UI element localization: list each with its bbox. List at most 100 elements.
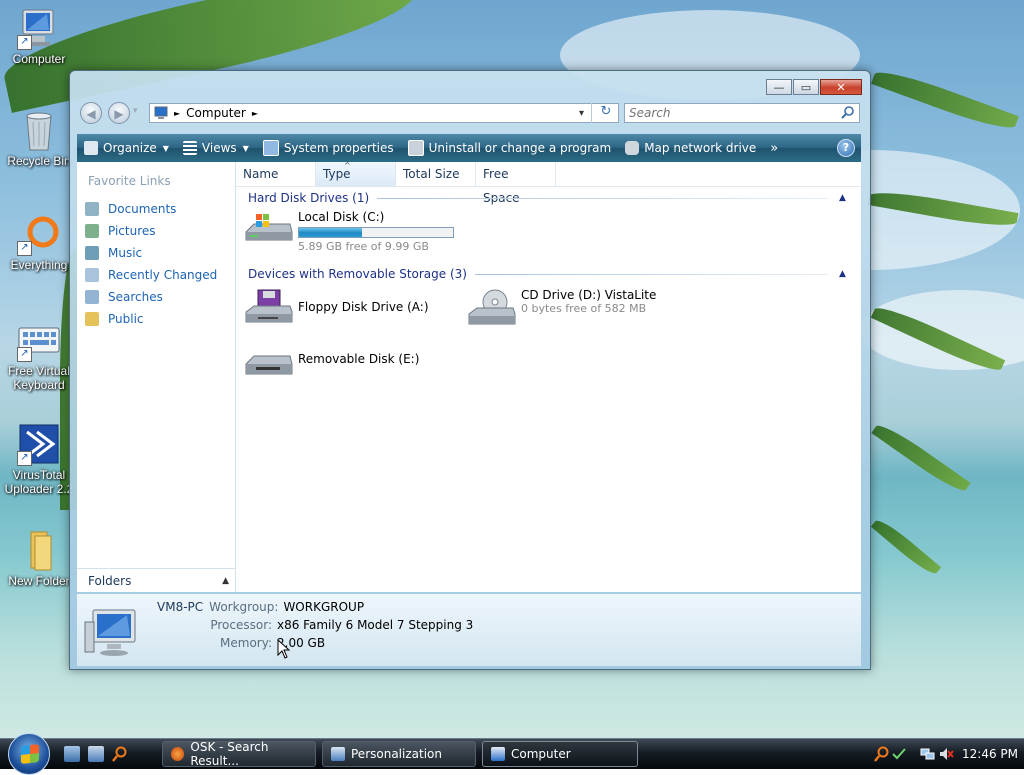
everything-search-icon[interactable] bbox=[112, 746, 128, 762]
breadcrumb-separator[interactable]: ► bbox=[174, 109, 180, 118]
favorite-link-music[interactable]: Music bbox=[77, 242, 235, 264]
recently-changed-icon bbox=[85, 268, 99, 282]
group-title: Hard Disk Drives (1) bbox=[248, 191, 370, 205]
maximize-button[interactable]: ▭ bbox=[793, 79, 819, 95]
link-label: Documents bbox=[108, 202, 177, 216]
organize-button[interactable]: Organize ▼ bbox=[77, 134, 176, 162]
taskbar-button-personalization[interactable]: Personalization bbox=[322, 741, 476, 767]
taskbar-button-label: OSK - Search Result... bbox=[190, 740, 269, 768]
favorite-links-heading: Favorite Links bbox=[88, 174, 171, 188]
group-header-removable-storage[interactable]: Devices with Removable Storage (3) ▲ bbox=[236, 264, 861, 284]
command-bar: Organize ▼ Views ▼ System properties Uni… bbox=[77, 134, 861, 162]
taskbar-button-computer[interactable]: Computer bbox=[482, 741, 638, 767]
workgroup-label: Workgroup: bbox=[209, 600, 279, 614]
search-box[interactable] bbox=[624, 103, 860, 123]
recent-pages-dropdown[interactable]: ▾ bbox=[133, 106, 138, 116]
address-dropdown-icon[interactable]: ▾ bbox=[579, 108, 584, 119]
computer-icon bbox=[491, 747, 505, 761]
network-icon[interactable] bbox=[920, 746, 936, 762]
desktop-icon-label: Everything bbox=[10, 258, 68, 272]
column-header-type[interactable]: ^ Type bbox=[316, 161, 396, 186]
drive-name: Removable Disk (E:) bbox=[298, 352, 420, 366]
documents-icon bbox=[85, 202, 99, 216]
drive-item-floppy-a[interactable]: Floppy Disk Drive (A:) bbox=[244, 288, 429, 328]
views-button[interactable]: Views ▼ bbox=[176, 134, 256, 162]
explorer-window: — ▭ ✕ ◀ ▶ ▾ ► Computer ► ▾ ↻ Search Orga… bbox=[69, 70, 871, 670]
navigation-pane: Favorite Links Documents Pictures Music … bbox=[77, 162, 236, 592]
desktop-icon-computer[interactable]: ↗ Computer bbox=[0, 6, 78, 66]
group-divider bbox=[377, 197, 829, 199]
check-icon[interactable] bbox=[892, 747, 906, 761]
views-label: Views bbox=[201, 141, 237, 155]
collapse-group-icon[interactable]: ▲ bbox=[839, 269, 853, 279]
desktop-icon-free-virtual-keyboard[interactable]: ↗ Free Virtual Keyboard bbox=[0, 318, 78, 392]
close-button[interactable]: ✕ bbox=[820, 79, 862, 95]
processor-value: x86 Family 6 Model 7 Stepping 3 bbox=[277, 618, 474, 632]
control-panel-icon bbox=[331, 747, 345, 761]
favorite-link-searches[interactable]: Searches bbox=[77, 286, 235, 308]
search-input[interactable] bbox=[625, 104, 833, 121]
column-header-name[interactable]: Name bbox=[236, 162, 316, 186]
volume-muted-icon[interactable] bbox=[938, 746, 954, 762]
show-desktop-icon[interactable] bbox=[64, 746, 80, 762]
firefox-icon bbox=[171, 747, 185, 761]
desktop-icon-recycle-bin[interactable]: Recycle Bin bbox=[0, 108, 78, 168]
column-header-free-space[interactable]: Free Space bbox=[476, 162, 556, 205]
desktop-icon-everything[interactable]: ↗ Everything bbox=[0, 212, 78, 272]
group-divider bbox=[474, 273, 829, 275]
refresh-button[interactable]: ↻ bbox=[591, 103, 620, 123]
chevron-down-icon: ▼ bbox=[242, 143, 249, 153]
chevron-down-icon: ▼ bbox=[162, 143, 169, 153]
map-network-drive-label: Map network drive bbox=[644, 141, 757, 155]
removable-disk-icon bbox=[244, 342, 294, 382]
explorer-content: Favorite Links Documents Pictures Music … bbox=[77, 161, 861, 592]
clock[interactable]: 12:46 PM bbox=[962, 747, 1018, 761]
shortcut-arrow-icon: ↗ bbox=[17, 35, 32, 50]
address-bar[interactable]: ► Computer ► ▾ bbox=[149, 103, 619, 123]
system-properties-button[interactable]: System properties bbox=[256, 134, 401, 162]
favorite-link-documents[interactable]: Documents bbox=[77, 198, 235, 220]
drive-item-cd-d[interactable]: CD Drive (D:) VistaLite 0 bytes free of … bbox=[467, 288, 656, 328]
shortcut-arrow-icon: ↗ bbox=[17, 451, 32, 466]
link-label: Public bbox=[108, 312, 144, 326]
pictures-icon bbox=[85, 224, 99, 238]
floppy-drive-icon bbox=[244, 288, 294, 328]
breadcrumb-separator[interactable]: ► bbox=[252, 109, 258, 118]
uninstall-program-button[interactable]: Uninstall or change a program bbox=[401, 134, 619, 162]
views-icon bbox=[182, 141, 197, 155]
chevron-up-icon: ▲ bbox=[222, 575, 229, 586]
computer-icon bbox=[154, 106, 170, 120]
taskbar-button-firefox[interactable]: OSK - Search Result... bbox=[162, 740, 316, 768]
minimize-button[interactable]: — bbox=[766, 79, 792, 95]
drive-item-local-disk-c[interactable]: Local Disk (C:) 5.89 GB free of 9.99 GB bbox=[244, 210, 454, 253]
notification-area: 12:46 PM bbox=[874, 739, 1024, 769]
desktop-icon-virustotal-uploader[interactable]: ↗ VirusTotal Uploader 2.2 bbox=[0, 422, 78, 496]
help-button[interactable]: ? bbox=[837, 139, 855, 157]
favorite-link-recently-changed[interactable]: Recently Changed bbox=[77, 264, 235, 286]
start-button[interactable] bbox=[8, 733, 50, 775]
column-header-total-size[interactable]: Total Size bbox=[396, 162, 476, 186]
desktop-icon-label: Free Virtual Keyboard bbox=[8, 364, 70, 392]
more-commands-button[interactable]: » bbox=[763, 134, 785, 162]
recycle-bin-icon bbox=[17, 108, 61, 152]
favorite-link-public[interactable]: Public bbox=[77, 308, 235, 330]
group-header-hard-disk-drives[interactable]: Hard Disk Drives (1) ▲ bbox=[236, 188, 861, 208]
drive-name: Local Disk (C:) bbox=[298, 210, 385, 224]
back-button[interactable]: ◀ bbox=[80, 102, 102, 124]
virustotal-icon: ↗ bbox=[17, 422, 61, 466]
desktop-icon-new-folder[interactable]: New Folder bbox=[0, 528, 78, 588]
folders-toggle[interactable]: Folders ▲ bbox=[77, 568, 235, 592]
organize-label: Organize bbox=[103, 141, 157, 155]
map-network-drive-button[interactable]: Map network drive bbox=[618, 134, 763, 162]
drive-item-removable-e[interactable]: Removable Disk (E:) bbox=[244, 342, 419, 382]
search-tray-icon[interactable] bbox=[874, 746, 890, 762]
column-headers: Name ^ Type Total Size Free Space bbox=[236, 161, 861, 205]
favorite-link-pictures[interactable]: Pictures bbox=[77, 220, 235, 242]
forward-button[interactable]: ▶ bbox=[108, 102, 130, 124]
computer-icon bbox=[83, 606, 143, 658]
breadcrumb-computer[interactable]: Computer bbox=[186, 106, 246, 120]
collapse-group-icon[interactable]: ▲ bbox=[839, 193, 853, 203]
switch-windows-icon[interactable] bbox=[88, 746, 104, 762]
organize-icon bbox=[84, 141, 98, 155]
search-icon[interactable] bbox=[841, 105, 855, 122]
